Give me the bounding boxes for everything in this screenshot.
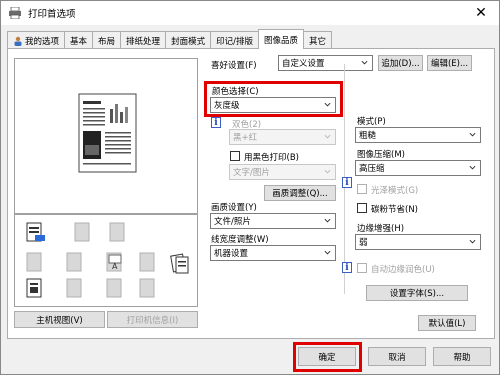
auto-trap-checkbox[interactable] — [357, 263, 367, 273]
tab-image-quality[interactable]: 图像品质 — [257, 29, 304, 49]
dual-color-value: 黑+红 — [233, 133, 258, 143]
info-icon: i — [342, 177, 352, 188]
line-width-select[interactable]: 机器设置 — [210, 245, 336, 261]
line-width-label: 线宽度调整(W) — [211, 235, 269, 245]
chevron-down-icon — [361, 60, 368, 65]
dual-color-select[interactable]: 黑+红 — [229, 129, 336, 145]
window-title: 打印首选项 — [28, 9, 76, 20]
favorites-select[interactable]: 自定义设置 — [278, 55, 373, 71]
tab-other[interactable]: 其它 — [302, 31, 332, 49]
printer-icon — [9, 7, 21, 19]
help-button[interactable]: 帮助 — [433, 347, 491, 366]
info-icon: i — [342, 262, 352, 273]
tab-label: 图像品质 — [263, 35, 298, 46]
gloss-mode-checkbox[interactable] — [357, 184, 367, 194]
tab-label: 其它 — [308, 36, 326, 47]
quality-adjust-button[interactable]: 画质调整(Q)... — [264, 185, 336, 201]
chevron-down-icon — [324, 250, 331, 255]
mode-label: 模式(P) — [357, 117, 386, 127]
tab-my-options[interactable]: 我的选项 — [7, 31, 66, 49]
document-stack-icon — [170, 253, 189, 274]
machine-view: A — [14, 214, 198, 307]
add-favorite-button[interactable]: 追加(D)... — [378, 55, 423, 71]
tab-label: 布局 — [98, 36, 116, 47]
tab-label: 我的选项 — [25, 36, 60, 47]
edit-favorite-button[interactable]: 编辑(E)... — [427, 55, 472, 71]
toner-save-checkbox[interactable] — [357, 203, 367, 213]
toner-save-label: 碳粉节省(N) — [371, 205, 418, 215]
cancel-button[interactable]: 取消 — [368, 347, 426, 366]
image-settings-value: 文件/照片 — [214, 217, 251, 227]
black-print-value: 文字/图片 — [233, 168, 270, 178]
line-width-value: 机器设置 — [214, 249, 249, 259]
svg-text:A: A — [112, 262, 118, 271]
page-icon — [26, 278, 42, 298]
mode-value: 粗糙 — [359, 131, 377, 141]
default-button[interactable]: 默认值(L) — [418, 315, 476, 331]
highlight-color-select — [204, 81, 343, 117]
mode-select[interactable]: 粗糙 — [355, 127, 481, 143]
user-icon — [14, 36, 22, 46]
tab-label: 排纸处理 — [126, 36, 161, 47]
chevron-down-icon — [324, 218, 331, 223]
compression-value: 高压缩 — [359, 164, 385, 174]
favorites-label: 喜好设置(F) — [211, 61, 257, 71]
tab-stamp-composition[interactable]: 印记/排版 — [210, 31, 259, 49]
chevron-down-icon — [469, 165, 476, 170]
page-preview — [14, 58, 198, 214]
machine-icon — [26, 222, 45, 242]
tab-finishing[interactable]: 排纸处理 — [120, 31, 167, 49]
chevron-down-icon — [469, 132, 476, 137]
edge-enhance-label: 边缘增强(H) — [357, 224, 405, 234]
close-icon[interactable]: ✕ — [469, 3, 493, 23]
auto-trap-label: 自动边缘润色(U) — [371, 265, 435, 275]
edge-enhance-value: 弱 — [359, 238, 368, 248]
title-bar: 打印首选项 ✕ — [1, 1, 499, 25]
black-print-checkbox[interactable] — [230, 151, 240, 161]
preview-page-image — [78, 93, 137, 173]
edge-enhance-select[interactable]: 弱 — [355, 234, 481, 250]
chevron-down-icon — [324, 134, 331, 139]
chevron-down-icon — [469, 239, 476, 244]
main-view-button[interactable]: 主机视图(V) — [14, 311, 105, 328]
tab-label: 基本 — [70, 36, 88, 47]
image-settings-label: 画质设置(Y) — [211, 203, 257, 213]
tab-label: 封面模式 — [171, 36, 206, 47]
tab-cover-mode[interactable]: 封面模式 — [165, 31, 212, 49]
printer-info-button[interactable]: 打印机信息(I) — [107, 311, 198, 328]
tab-label: 印记/排版 — [216, 36, 253, 47]
black-print-label: 用黑色打印(B) — [244, 153, 299, 163]
tab-basic[interactable]: 基本 — [64, 31, 94, 49]
black-print-select[interactable]: 文字/图片 — [229, 164, 336, 180]
info-icon: i — [211, 117, 221, 128]
favorites-value: 自定义设置 — [282, 59, 325, 69]
tab-layout[interactable]: 布局 — [92, 31, 122, 49]
chevron-down-icon — [324, 169, 331, 174]
highlight-ok-button — [293, 342, 362, 372]
compression-select[interactable]: 高压缩 — [355, 160, 481, 176]
gloss-mode-label: 光泽模式(G) — [371, 186, 419, 196]
compression-label: 图像压缩(M) — [357, 150, 405, 160]
print-preferences-window: 打印首选项 ✕ 我的选项 基本 布局 排纸处理 封面模式 印记/排版 图像品质 … — [0, 0, 500, 375]
tab-bar: 我的选项 基本 布局 排纸处理 封面模式 印记/排版 图像品质 其它 — [7, 29, 332, 49]
option-icons: A — [26, 222, 189, 298]
font-settings-button[interactable]: 设置字体(S)... — [366, 285, 468, 301]
image-settings-select[interactable]: 文件/照片 — [210, 213, 336, 229]
